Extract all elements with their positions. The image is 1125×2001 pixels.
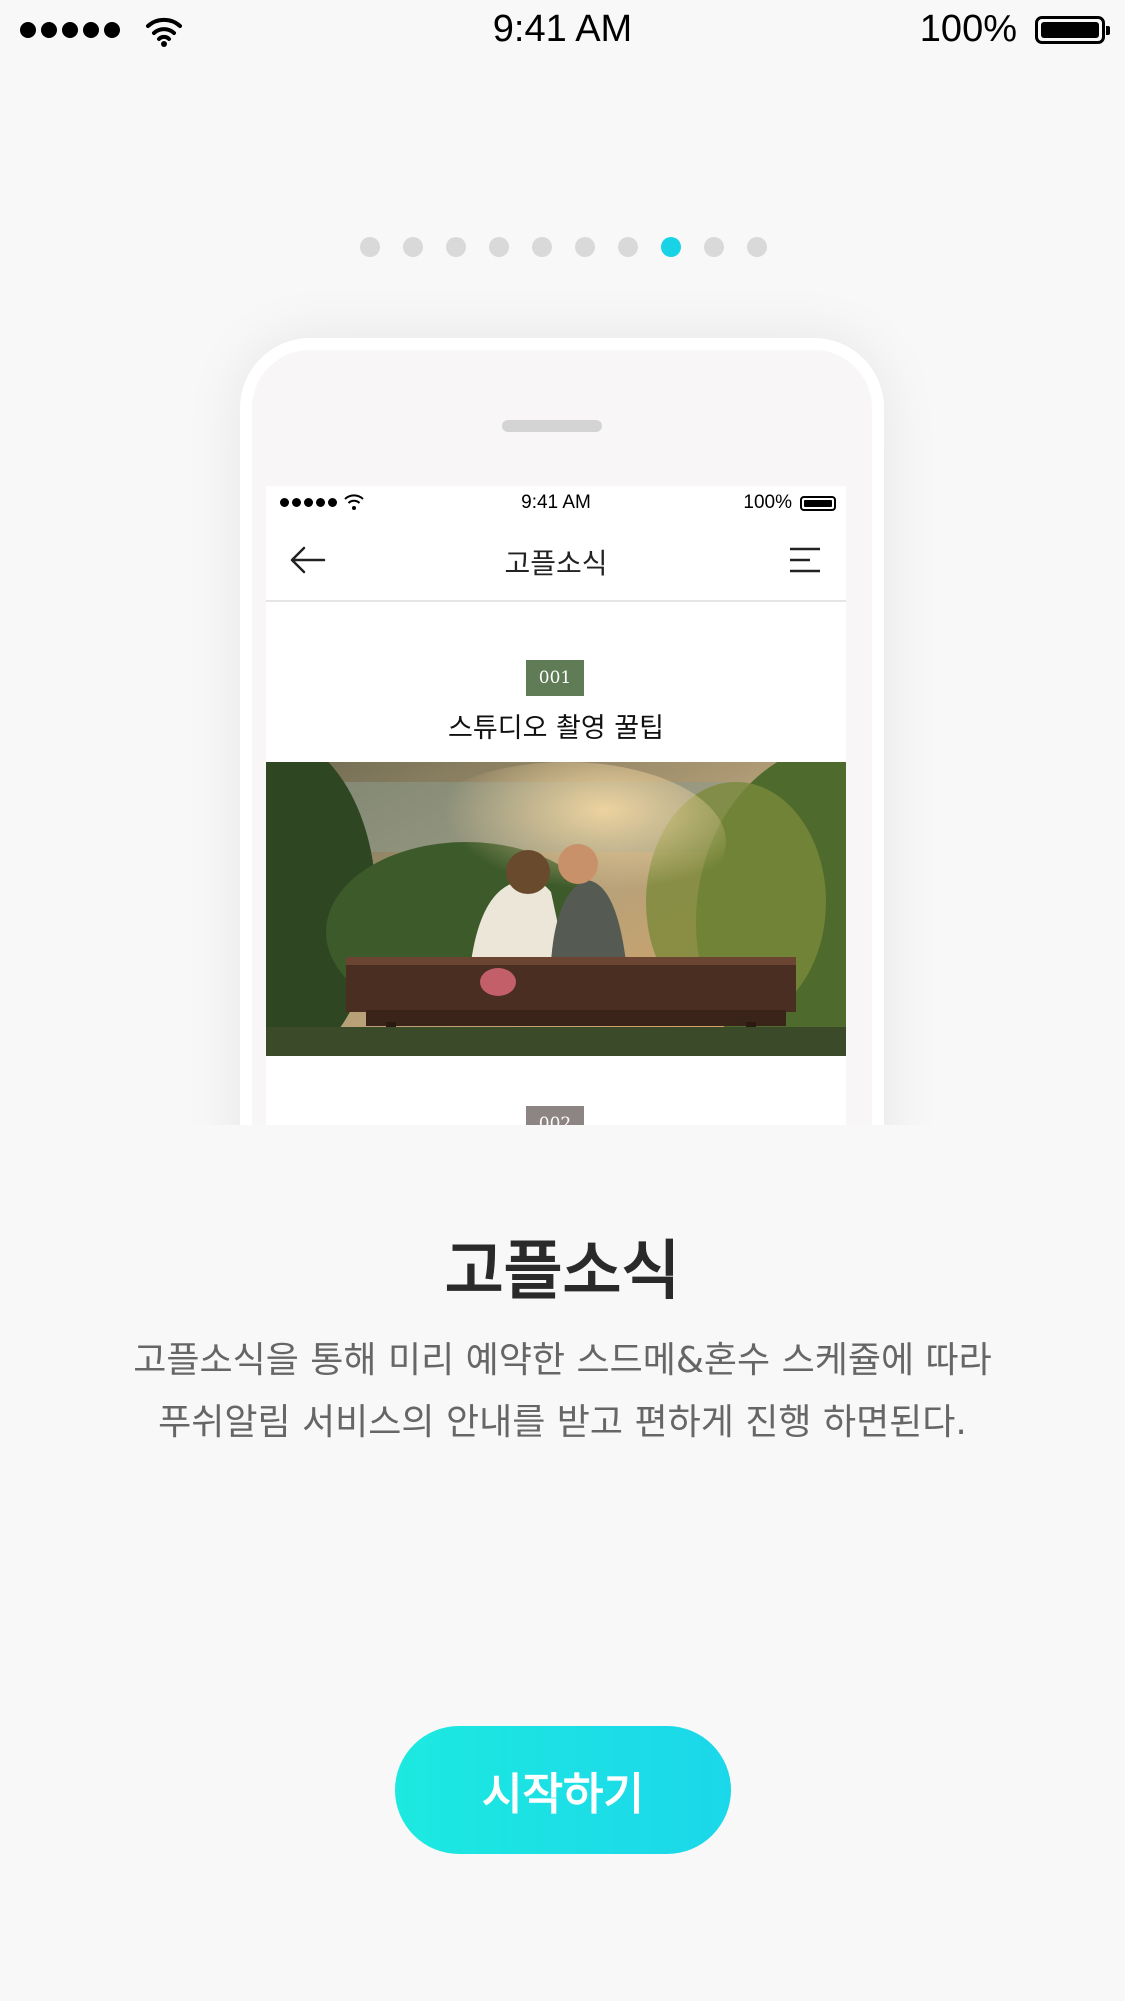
mockup-screen: 9:41 AM 100% 고플소식 001 스튜디오 촬영 꿀팁 002: [266, 486, 846, 1125]
menu-icon[interactable]: [788, 544, 822, 576]
mockup-battery-percent: 100%: [743, 492, 792, 513]
mockup-nav-bar: 고플소식: [266, 522, 846, 602]
wedding-couple-photo[interactable]: [266, 762, 846, 1056]
phone-mockup-area: 9:41 AM 100% 고플소식 001 스튜디오 촬영 꿀팁 002: [0, 0, 1125, 1125]
description-line: 고플소식을 통해 미리 예약한 스드메&혼수 스케쥴에 따라: [133, 1340, 992, 1381]
mockup-nav-title: 고플소식: [504, 547, 608, 580]
mockup-status-bar: 9:41 AM 100%: [266, 486, 846, 522]
article-number-badge: 002: [526, 1106, 584, 1125]
description-line: 푸쉬알림 서비스의 안내를 받고 편하게 진행 하면된다.: [158, 1402, 967, 1443]
phone-speaker: [502, 420, 602, 432]
start-button[interactable]: 시작하기: [395, 1726, 731, 1854]
article-number-badge: 001: [526, 660, 584, 696]
feature-description: 고플소식을 통해 미리 예약한 스드메&혼수 스케쥴에 따라 푸쉬알림 서비스의…: [60, 1330, 1065, 1454]
mockup-battery-icon: [800, 496, 836, 511]
feature-title: 고플소식: [444, 1234, 681, 1309]
article-title: 스튜디오 촬영 꿀팁: [448, 713, 664, 744]
